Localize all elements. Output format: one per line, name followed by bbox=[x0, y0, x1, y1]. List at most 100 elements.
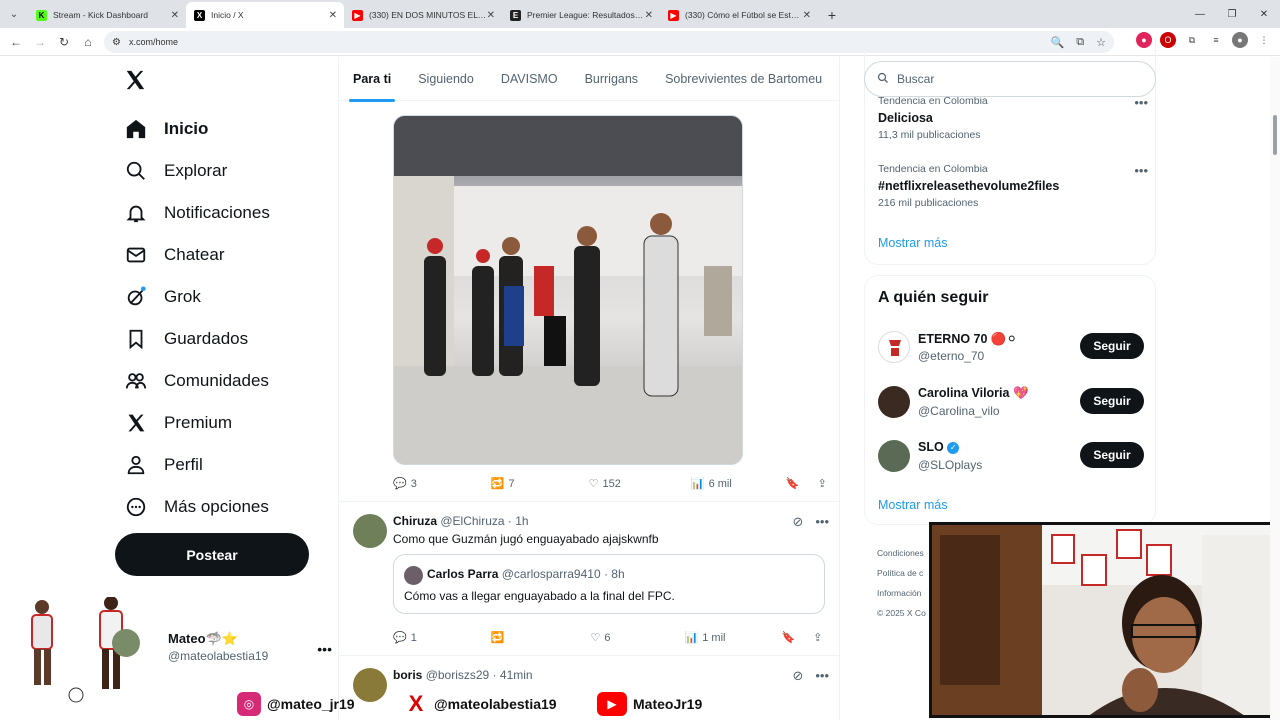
browser-tab-active[interactable]: X Inicio / X ✕ bbox=[186, 2, 344, 28]
nav-item-guardados[interactable]: Guardados bbox=[124, 323, 248, 355]
tab-search-icon[interactable]: ⌄ bbox=[0, 0, 28, 28]
show-more-follow-link[interactable]: Mostrar más bbox=[878, 498, 947, 512]
extensions-area: ● O ⧉ ≡ ● ⋮ bbox=[1136, 32, 1272, 48]
tweet-text: Como que Guzmán jugó enguayabado ajajskw… bbox=[393, 532, 659, 546]
follow-button[interactable]: Seguir bbox=[1080, 388, 1144, 414]
tab-davismo[interactable]: DAVISMO bbox=[501, 72, 558, 86]
browser-tab[interactable]: ▶ (330) EN DOS MINUTOS EL LIV... ✕ bbox=[344, 2, 502, 28]
tweet-photo[interactable] bbox=[393, 115, 743, 465]
quote-header: Carlos Parra @carlosparra9410 · 8h bbox=[427, 567, 625, 581]
nav-item-perfil[interactable]: Perfil bbox=[124, 449, 203, 481]
trend-item[interactable]: Tendencia en Colombia #netflixreleasethe… bbox=[878, 163, 1148, 209]
tweet-menu: ⊘ ••• bbox=[792, 668, 829, 684]
author-name[interactable]: Chiruza bbox=[393, 514, 437, 528]
nav-item-notificaciones[interactable]: Notificaciones bbox=[124, 197, 270, 229]
avatar[interactable]: ● bbox=[1232, 32, 1248, 48]
x-logo-icon[interactable] bbox=[124, 67, 146, 98]
forward-icon[interactable]: → bbox=[28, 35, 52, 49]
close-icon[interactable]: ✕ bbox=[487, 10, 495, 21]
repost-count: 7 bbox=[508, 477, 515, 490]
home-icon[interactable]: ⌂ bbox=[76, 35, 100, 49]
more-icon[interactable]: ••• bbox=[1134, 95, 1148, 110]
follow-suggestion[interactable]: ETERNO 70 🔴⚪ @eterno_70 Seguir bbox=[878, 329, 1144, 369]
close-icon[interactable]: ✕ bbox=[645, 10, 653, 21]
close-icon[interactable]: ✕ bbox=[803, 10, 811, 21]
footer-link[interactable]: Información bbox=[877, 583, 926, 603]
browser-tab[interactable]: K Stream - Kick Dashboard ✕ bbox=[28, 2, 186, 28]
nav-item-inicio[interactable]: Inicio bbox=[124, 113, 208, 145]
follow-button[interactable]: Seguir bbox=[1080, 442, 1144, 468]
browser-tab[interactable]: E Premier League: Resultados en... ✕ bbox=[502, 2, 660, 28]
more-icon[interactable]: ••• bbox=[317, 641, 332, 657]
nav-item-mas-opciones[interactable]: Más opciones bbox=[124, 491, 269, 523]
views-button[interactable]: 📊 1 mil bbox=[685, 631, 726, 645]
show-more-trends-link[interactable]: Mostrar más bbox=[878, 236, 947, 250]
post-button[interactable]: Postear bbox=[115, 533, 309, 576]
sidepanel-icon[interactable]: ≡ bbox=[1208, 32, 1224, 48]
minimize-icon[interactable]: — bbox=[1184, 9, 1216, 20]
bookmark-icon[interactable]: 🔖 bbox=[786, 477, 800, 490]
author-handle[interactable]: @boriszs29 bbox=[426, 668, 490, 682]
author-handle[interactable]: @ElChiruza bbox=[440, 514, 504, 528]
like-button[interactable]: ♡ 152 bbox=[589, 477, 621, 491]
tab-siguiendo[interactable]: Siguiendo bbox=[418, 72, 474, 86]
share-icon[interactable]: ⇪ bbox=[818, 477, 827, 490]
grok-icon[interactable]: ⊘ bbox=[792, 514, 803, 530]
scrollbar-thumb[interactable] bbox=[1273, 115, 1277, 155]
nav-item-explorar[interactable]: Explorar bbox=[124, 155, 227, 187]
youtube-text: MateoJr19 bbox=[633, 696, 703, 712]
repost-button[interactable]: 🔁 bbox=[491, 631, 509, 644]
follow-suggestion[interactable]: Carolina Viloria 💖 @Carolina_vilo Seguir bbox=[878, 384, 1144, 424]
webcam-overlay bbox=[929, 522, 1280, 718]
quoted-tweet[interactable]: Carlos Parra @carlosparra9410 · 8h Cómo … bbox=[393, 554, 825, 614]
reload-icon[interactable]: ↻ bbox=[52, 35, 76, 49]
menu-icon[interactable]: ⋮ bbox=[1256, 32, 1272, 48]
avatar[interactable] bbox=[353, 514, 387, 548]
footer-link[interactable]: Condiciones bbox=[877, 543, 926, 563]
more-icon[interactable]: ••• bbox=[1134, 163, 1148, 178]
follow-button[interactable]: Seguir bbox=[1080, 333, 1144, 359]
author-name[interactable]: boris bbox=[393, 668, 422, 682]
account-switcher[interactable]: Mateo🦈⭐ @mateolabestia19 ••• bbox=[168, 631, 332, 663]
scrollbar[interactable] bbox=[1270, 57, 1280, 720]
extensions-icon[interactable]: ⧉ bbox=[1184, 32, 1200, 48]
reply-icon: 💬 bbox=[393, 478, 407, 490]
reply-button[interactable]: 💬 1 bbox=[393, 631, 417, 645]
main-feed: Para ti Siguiendo DAVISMO Burrigans Sobr… bbox=[338, 57, 840, 720]
maximize-icon[interactable]: ❐ bbox=[1216, 9, 1248, 20]
tab-para-ti[interactable]: Para ti bbox=[348, 72, 396, 102]
search-input[interactable]: Buscar bbox=[864, 61, 1156, 97]
more-icon[interactable]: ••• bbox=[815, 668, 829, 684]
views-button[interactable]: 📊 6 mil bbox=[691, 477, 732, 491]
trend-item[interactable]: Tendencia en Colombia Deliciosa 11,3 mil… bbox=[878, 95, 1148, 141]
nav-item-comunidades[interactable]: Comunidades bbox=[124, 365, 269, 397]
reply-button[interactable]: 💬 3 bbox=[393, 477, 417, 491]
grok-icon[interactable]: ⊘ bbox=[792, 668, 803, 684]
close-window-icon[interactable]: ✕ bbox=[1248, 9, 1280, 20]
browser-tab[interactable]: ▶ (330) Cómo el Fútbol se Está Al... ✕ bbox=[660, 2, 818, 28]
like-button[interactable]: ♡ 6 bbox=[591, 631, 611, 645]
footer-links: Condiciones Política de c Información © … bbox=[877, 543, 926, 623]
nav-label: Explorar bbox=[164, 161, 228, 180]
tab-burrigans[interactable]: Burrigans bbox=[585, 72, 639, 86]
feed-tabs: Para ti Siguiendo DAVISMO Burrigans Sobr… bbox=[339, 57, 839, 102]
instagram-icon: ◎ bbox=[237, 692, 261, 716]
tab-sobrevivientes[interactable]: Sobrevivientes de Bartomeu bbox=[665, 72, 822, 86]
close-icon[interactable]: ✕ bbox=[329, 10, 337, 21]
site-info-icon[interactable]: ⚙ bbox=[112, 37, 121, 48]
divider bbox=[339, 501, 839, 502]
close-icon[interactable]: ✕ bbox=[171, 10, 179, 21]
social-overlay-bar: ◎ @mateo_jr19 X @mateolabestia19 ▶ Mateo… bbox=[0, 688, 930, 720]
footer-link[interactable]: Política de c bbox=[877, 563, 926, 583]
more-icon[interactable]: ••• bbox=[815, 514, 829, 530]
follow-suggestion[interactable]: SLO ✓ @SLOplays Seguir bbox=[878, 438, 1144, 478]
bookmark-icon[interactable]: 🔖 bbox=[781, 631, 795, 644]
nav-item-chatear[interactable]: Chatear bbox=[124, 239, 224, 271]
nav-item-grok[interactable]: Grok bbox=[124, 281, 201, 313]
nav-item-premium[interactable]: Premium bbox=[124, 407, 232, 439]
back-icon[interactable]: ← bbox=[4, 35, 28, 49]
new-tab-button[interactable]: + bbox=[818, 2, 846, 28]
opera-icon[interactable]: O bbox=[1160, 32, 1176, 48]
share-icon[interactable]: ⇪ bbox=[813, 631, 822, 644]
repost-button[interactable]: 🔁 7 bbox=[491, 477, 515, 491]
